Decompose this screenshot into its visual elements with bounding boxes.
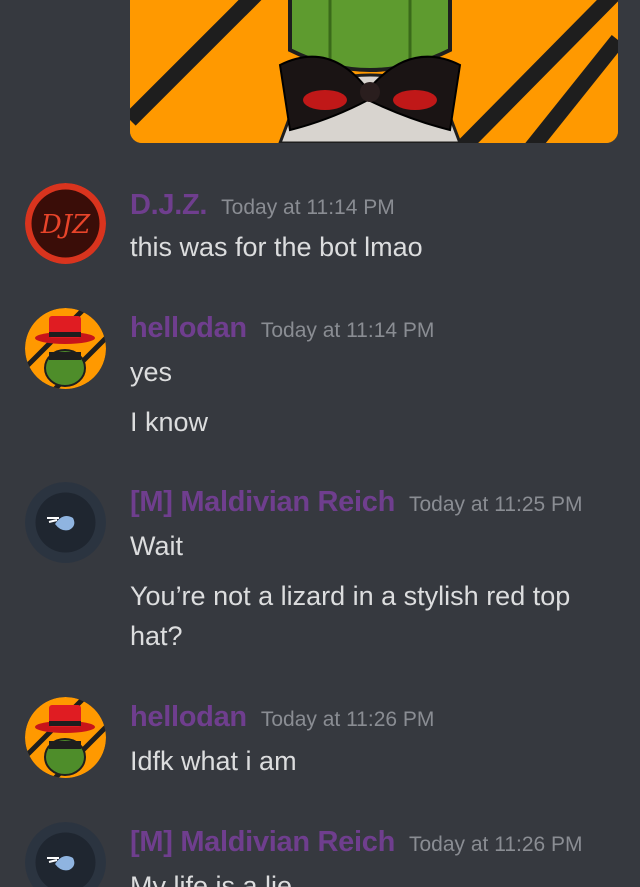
djz-logo-avatar[interactable]: DJZ [25,183,106,264]
svg-text:DJZ: DJZ [40,210,91,240]
lizard-top-hat-avatar[interactable] [25,308,106,389]
timestamp: Today at 11:26 PM [409,833,583,856]
message-text: My life is a lie [130,871,293,887]
username[interactable]: D.J.Z. [130,189,207,221]
username[interactable]: [M] Maldivian Reich [130,826,395,858]
username[interactable]: hellodan [130,312,247,344]
timestamp: Today at 11:14 PM [260,319,435,342]
message-group: hellodan Today at 11:26 PM Idfk what i am [0,697,640,787]
message-text: Wait [130,531,183,561]
message-group: [M] Maldivian Reich Today at 11:25 PM Wai… [0,482,640,662]
username[interactable]: hellodan [130,701,247,733]
attachment-image[interactable] [130,0,618,143]
timestamp: Today at 11:25 PM [409,493,583,516]
message-text: this was for the bot lmao [130,232,423,262]
username[interactable]: [M] Maldivian Reich [130,486,395,518]
message-text: You’re not a lizard in a stylish red top… [130,581,571,651]
flag-map-avatar[interactable] [25,822,106,887]
message-header: hellodan Today at 11:14 PM [130,312,434,345]
timestamp: Today at 11:26 PM [260,708,435,731]
message-text: Idfk what i am [130,746,297,776]
lizard-top-hat-avatar[interactable] [25,697,106,778]
message-header: [M] Maldivian Reich Today at 11:26 PM [130,826,583,859]
message-group: hellodan Today at 11:14 PM yes I know [0,308,640,448]
message-group: [M] Maldivian Reich Today at 11:26 PM My … [0,822,640,887]
timestamp: Today at 11:14 PM [221,196,395,219]
flag-map-avatar[interactable] [25,482,106,563]
message-header: [M] Maldivian Reich Today at 11:25 PM [130,486,583,519]
message-group: DJZ D.J.Z. Today at 11:14 PM this was for… [0,183,640,273]
message-header: D.J.Z. Today at 11:14 PM [130,189,395,222]
message-header: hellodan Today at 11:26 PM [130,701,434,734]
message-text: I know [130,407,209,437]
message-text: yes [130,357,173,387]
